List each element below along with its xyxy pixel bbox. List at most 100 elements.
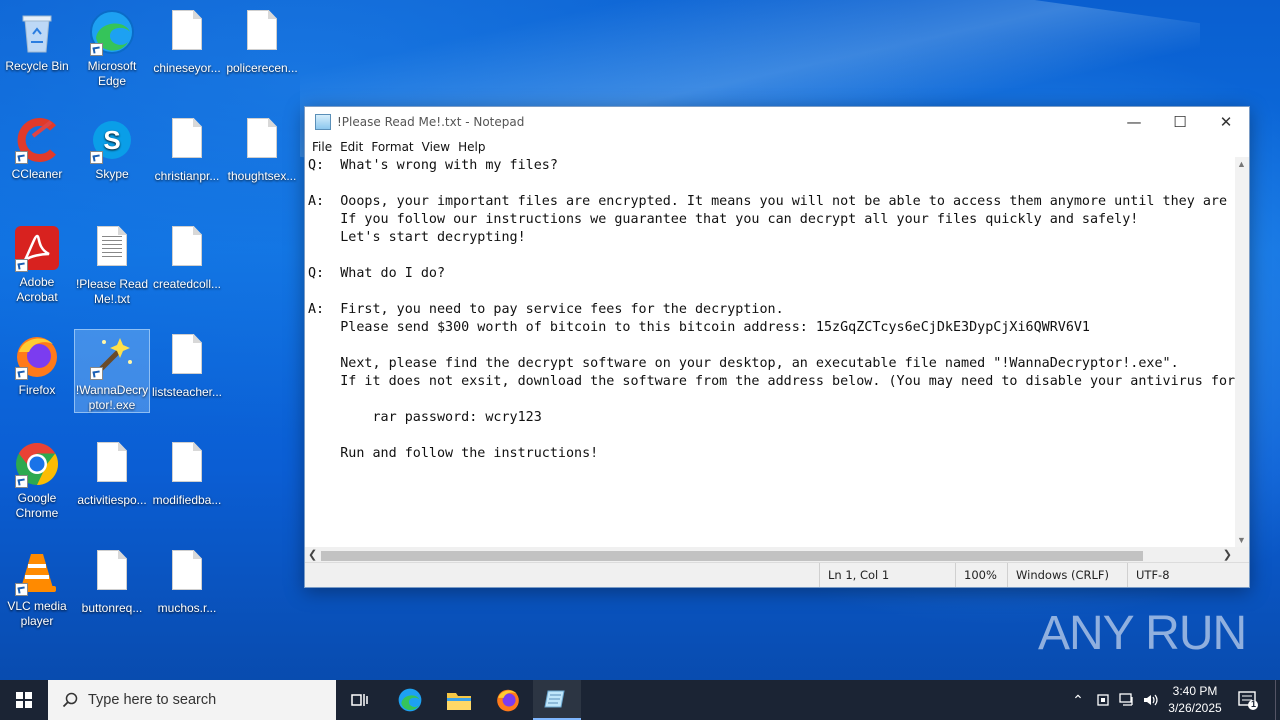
taskbar-edge[interactable]	[386, 680, 434, 720]
start-button[interactable]	[0, 680, 48, 720]
window-title: !Please Read Me!.txt - Notepad	[337, 115, 525, 129]
title-bar[interactable]: !Please Read Me!.txt - Notepad — ☐ ✕	[305, 107, 1249, 137]
minimize-button[interactable]: —	[1111, 107, 1157, 137]
skype-icon: S	[88, 116, 136, 164]
taskbar-file-explorer[interactable]	[435, 680, 483, 720]
taskbar-notepad-active[interactable]	[533, 680, 581, 720]
editor-line: Next, please find the decrypt software o…	[308, 356, 1179, 371]
menu-format[interactable]: Format	[368, 140, 418, 154]
desktop-icon-label: !Please Read Me!.txt	[75, 277, 149, 306]
desktop-icon-label: thoughtsex...	[227, 169, 297, 183]
menu-edit[interactable]: Edit	[337, 140, 368, 154]
desktop-icon-label: Google Chrome	[15, 491, 59, 520]
notification-center-button[interactable]: 1	[1230, 680, 1266, 720]
desktop-icon-label: muchos.r...	[157, 601, 217, 615]
desktop-icon-file[interactable]: modifiedba...	[150, 440, 224, 508]
desktop-icon-google-chrome[interactable]: Google Chrome	[0, 440, 74, 521]
menu-view[interactable]: View	[419, 140, 455, 154]
desktop-icon-firefox[interactable]: Firefox	[0, 332, 74, 398]
text-file-icon	[88, 226, 136, 274]
editor-line: Q: What do I do?	[308, 266, 446, 281]
notepad-window[interactable]: !Please Read Me!.txt - Notepad — ☐ ✕ Fil…	[304, 106, 1250, 588]
editor-line: If you follow our instructions we guaran…	[308, 212, 1139, 227]
horizontal-scrollbar[interactable]: ❮ ❯	[305, 547, 1235, 563]
editor-line: rar password: wcry123	[308, 410, 542, 425]
taskbar-firefox[interactable]	[484, 680, 532, 720]
desktop-icon-txt-file[interactable]: !Please Read Me!.txt	[75, 224, 149, 307]
network-icon[interactable]	[1116, 680, 1138, 720]
desktop-icon-file[interactable]: activitiespo...	[75, 440, 149, 508]
folder-icon	[447, 693, 471, 710]
desktop-icon-label: modifiedba...	[152, 493, 222, 507]
scroll-right-icon[interactable]: ❯	[1223, 548, 1232, 561]
taskbar: Type here to search ⌃ 3:40 PM 3/26/2025 …	[0, 680, 1280, 720]
close-button[interactable]: ✕	[1203, 107, 1249, 137]
desktop-icon-ccleaner[interactable]: CCleaner	[0, 116, 74, 182]
search-icon	[62, 692, 78, 708]
desktop-icon-file[interactable]: muchos.r...	[150, 548, 224, 616]
desktop-icon-file[interactable]: policerecen...	[225, 8, 299, 76]
line-endings: Windows (CRLF)	[1007, 563, 1126, 587]
editor-line: Q: What's wrong with my files?	[308, 158, 558, 173]
search-placeholder: Type here to search	[88, 692, 217, 708]
desktop-icon-label: CCleaner	[11, 167, 63, 181]
volume-icon[interactable]	[1140, 680, 1162, 720]
maximize-button[interactable]: ☐	[1157, 107, 1203, 137]
editor-line: A: Ooops, your important files are encry…	[308, 194, 1228, 209]
vertical-scrollbar[interactable]: ▲ ▼	[1235, 157, 1249, 547]
desktop-icon-file[interactable]: buttonreq...	[75, 548, 149, 616]
file-icon	[163, 442, 211, 490]
desktop-icon-label: policerecen...	[226, 61, 298, 75]
menu-bar: File Edit Format View Help	[305, 137, 1249, 157]
desktop-icon-file[interactable]: createdcoll...	[150, 224, 224, 292]
text-editor[interactable]: Q: What's wrong with my files? A: Ooops,…	[305, 157, 1235, 547]
firefox-icon	[13, 332, 61, 380]
scroll-down-icon[interactable]: ▼	[1237, 535, 1246, 545]
desktop-icon-skype[interactable]: S Skype	[75, 116, 149, 182]
desktop-icon-label: activitiespo...	[77, 493, 147, 507]
recycle-bin-icon	[13, 8, 61, 56]
desktop-icon-file[interactable]: chineseyor...	[150, 8, 224, 76]
task-view-icon	[351, 694, 368, 706]
desktop-icon-label: christianpr...	[154, 169, 220, 183]
desktop-icon-wannadecryptor[interactable]: !WannaDecryptor!.exe	[74, 329, 150, 413]
system-clock[interactable]: 3:40 PM 3/26/2025	[1164, 683, 1226, 717]
desktop-icon-vlc[interactable]: VLC media player	[0, 548, 74, 629]
scroll-up-icon[interactable]: ▲	[1237, 159, 1246, 169]
file-icon	[88, 550, 136, 598]
status-bar: Ln 1, Col 1 100% Windows (CRLF) UTF-8	[305, 562, 1249, 587]
show-desktop-button[interactable]	[1275, 680, 1280, 720]
desktop-icon-file[interactable]: liststeacher...	[150, 332, 224, 400]
menu-file[interactable]: File	[309, 140, 337, 154]
show-hidden-icons-button[interactable]: ⌃	[1068, 680, 1088, 720]
zoom-level: 100%	[955, 563, 1004, 587]
cursor-position: Ln 1, Col 1	[819, 563, 954, 587]
desktop-icon-recycle-bin[interactable]: Recycle Bin	[0, 8, 74, 74]
svg-text:S: S	[103, 125, 120, 155]
task-view-button[interactable]	[336, 680, 384, 720]
notepad-icon	[315, 114, 331, 130]
menu-help[interactable]: Help	[455, 140, 490, 154]
taskbar-search-box[interactable]: Type here to search	[48, 680, 336, 720]
horizontal-scroll-thumb[interactable]	[321, 551, 1143, 561]
editor-line: A: First, you need to pay service fees f…	[308, 302, 784, 317]
vlc-cone-icon	[13, 548, 61, 596]
scroll-left-icon[interactable]: ❮	[308, 548, 317, 561]
magic-wand-icon	[88, 332, 136, 380]
file-icon	[163, 226, 211, 274]
editor-line: Please send $300 worth of bitcoin to thi…	[308, 320, 1090, 335]
desktop-icon-file[interactable]: thoughtsex...	[225, 116, 299, 184]
clock-date: 3/26/2025	[1168, 701, 1222, 715]
file-icon	[238, 10, 286, 58]
desktop-icon-adobe-acrobat[interactable]: Adobe Acrobat	[0, 224, 74, 305]
desktop-icon-microsoft-edge[interactable]: Microsoft Edge	[75, 8, 149, 89]
file-icon	[163, 118, 211, 166]
chevron-up-icon: ⌃	[1072, 691, 1084, 708]
desktop-icon-file[interactable]: christianpr...	[150, 116, 224, 184]
windows-logo-icon	[16, 692, 32, 708]
editor-line: If it does not exsit, download the softw…	[308, 374, 1235, 389]
tray-device-icon[interactable]	[1092, 680, 1114, 720]
